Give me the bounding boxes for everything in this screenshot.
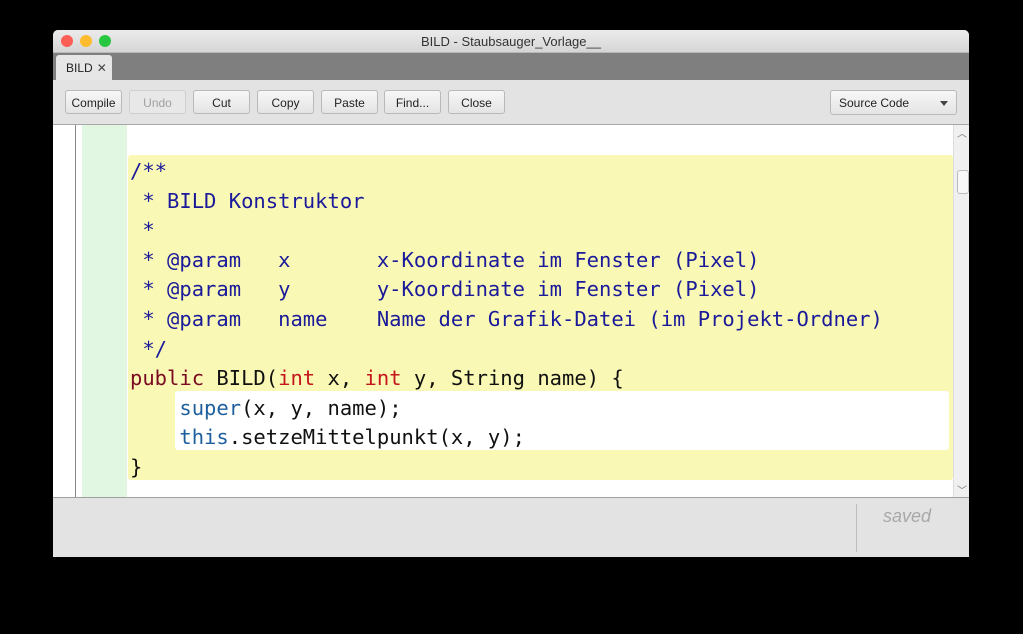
code-line: /** [130, 157, 883, 187]
code-line: * @param name Name der Grafik-Datei (im … [130, 305, 883, 335]
tab-label: BILD [66, 61, 93, 75]
code-token: * @param x x-Koordinate im Fenster (Pixe… [130, 247, 760, 272]
code-token: public [130, 366, 205, 391]
code-token: /** [130, 159, 168, 183]
save-status: saved [883, 506, 932, 526]
code-line: */ [130, 335, 883, 365]
code-token: y, String name) { [401, 366, 624, 391]
code-token: * @param name Name der Grafik-Datei (im … [130, 306, 883, 331]
scrollbar-thumb[interactable] [957, 170, 969, 194]
view-select[interactable]: Source Code [830, 90, 957, 115]
code-token: } [130, 454, 143, 479]
editor-window: BILD - Staubsauger_Vorlage__ BILD ✕ Compi… [53, 30, 969, 557]
code-token: (x, y, name); [241, 395, 402, 420]
code-token: * @param y y-Koordinate im Fenster (Pixe… [130, 277, 760, 302]
code-line: * [130, 216, 883, 246]
code-token: int [364, 366, 402, 391]
undo-button[interactable]: Undo [129, 90, 186, 114]
status-bar: saved [53, 497, 969, 557]
code-token: int [278, 366, 316, 391]
code-line: * @param y y-Koordinate im Fenster (Pixe… [130, 275, 883, 305]
close-button[interactable]: Close [448, 90, 505, 114]
paste-button[interactable]: Paste [321, 90, 378, 114]
source-code[interactable]: /** * BILD Konstruktor * * @param x x-Ko… [130, 157, 883, 483]
title-bar: BILD - Staubsauger_Vorlage__ [53, 30, 969, 53]
code-line: } [130, 453, 883, 483]
window-title: BILD - Staubsauger_Vorlage__ [421, 34, 601, 49]
status-divider [856, 504, 857, 552]
close-icon[interactable]: ✕ [97, 61, 107, 75]
code-token: x, [315, 366, 365, 391]
code-line: public BILD(int x, int y, String name) { [130, 364, 883, 394]
scroll-down-icon[interactable]: ﹀ [957, 482, 967, 497]
code-token: */ [130, 336, 168, 361]
compile-button[interactable]: Compile [65, 90, 122, 114]
code-token: .setzeMittelpunkt(x, y); [228, 425, 525, 450]
code-line: this.setzeMittelpunkt(x, y); [130, 423, 883, 453]
code-line: super(x, y, name); [130, 394, 883, 424]
code-token: * BILD Konstruktor [130, 188, 365, 213]
view-select-value: Source Code [839, 96, 910, 110]
tab-bild[interactable]: BILD ✕ [56, 55, 112, 81]
code-token: * [130, 218, 155, 243]
code-line: * BILD Konstruktor [130, 187, 883, 217]
code-token: this [179, 425, 229, 450]
gutter-divider [75, 125, 76, 497]
toolbar: Compile Undo Cut Copy Paste Find... Clos… [53, 80, 969, 125]
tab-bar: BILD ✕ [53, 53, 969, 81]
code-line: * @param x x-Koordinate im Fenster (Pixe… [130, 246, 883, 276]
scroll-up-icon[interactable]: ︿ [957, 125, 967, 140]
code-token: BILD( [204, 366, 279, 391]
cut-button[interactable]: Cut [193, 90, 250, 114]
code-editor[interactable]: /** * BILD Konstruktor * * @param x x-Ko… [53, 125, 969, 497]
vertical-scrollbar[interactable]: ︿ ﹀ [953, 125, 969, 497]
chevron-down-icon [940, 101, 948, 106]
copy-button[interactable]: Copy [257, 90, 314, 114]
find-button[interactable]: Find... [384, 90, 441, 114]
code-token: super [179, 395, 242, 420]
line-gutter [82, 125, 127, 497]
